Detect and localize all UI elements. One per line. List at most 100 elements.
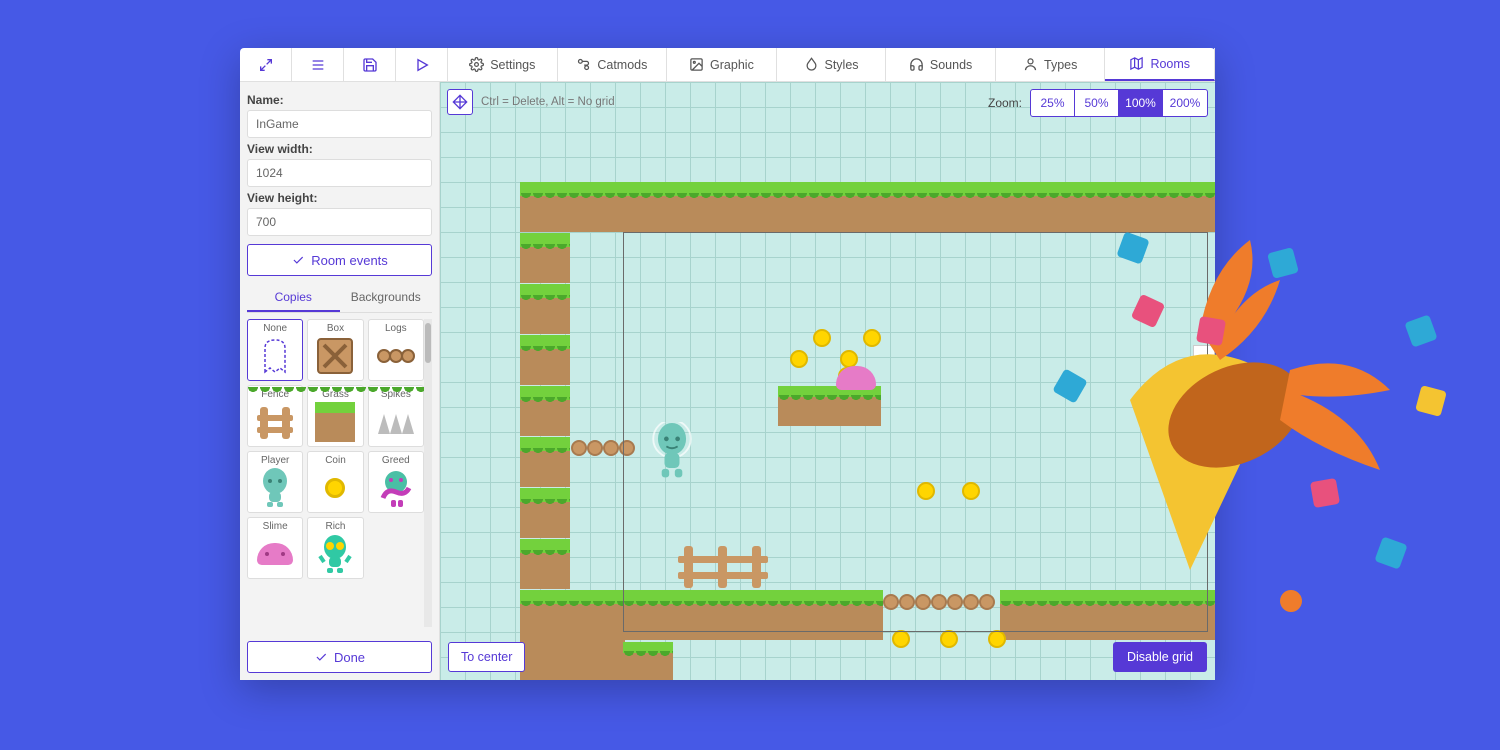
zoom-100[interactable]: 100% — [1119, 90, 1163, 116]
tile-log — [603, 440, 619, 456]
tab-label: Types — [1044, 58, 1077, 72]
zoom-50[interactable]: 50% — [1075, 90, 1119, 116]
view-width-label: View width: — [247, 142, 432, 156]
image-icon — [689, 57, 704, 72]
tile-grass — [623, 590, 883, 640]
check-icon — [314, 650, 328, 664]
main-tabs: Settings Catmods Graphic Styles Sounds T… — [448, 48, 1215, 81]
tile-log — [931, 594, 947, 610]
palette-item-coin[interactable]: Coin — [307, 451, 363, 513]
rich-icon — [315, 534, 355, 574]
palette-item-logs[interactable]: Logs — [368, 319, 424, 381]
play-icon — [414, 57, 430, 73]
droplet-icon — [804, 57, 819, 72]
sidebar: Name: View width: View height: Room even… — [240, 82, 440, 680]
canvas-hint: Ctrl = Delete, Alt = No grid — [481, 96, 615, 108]
tab-styles[interactable]: Styles — [777, 48, 887, 81]
view-height-label: View height: — [247, 191, 432, 205]
tile-grass — [520, 386, 570, 436]
save-button[interactable] — [344, 48, 396, 81]
tile-grass — [520, 437, 570, 487]
palette-scrollbar[interactable] — [424, 319, 432, 627]
tab-rooms[interactable]: Rooms — [1105, 48, 1215, 81]
tile-grass — [520, 233, 570, 283]
palette-item-slime[interactable]: Slime — [247, 517, 303, 579]
play-button[interactable] — [396, 48, 448, 81]
topbar: Settings Catmods Graphic Styles Sounds T… — [240, 48, 1215, 82]
done-label: Done — [334, 650, 365, 665]
map-icon — [1129, 56, 1144, 71]
tile-coin — [940, 630, 958, 648]
room-events-button[interactable]: Room events — [247, 244, 432, 276]
disable-grid-button[interactable]: Disable grid — [1113, 642, 1207, 672]
headphones-icon — [909, 57, 924, 72]
palette-item-grass[interactable]: Grass — [307, 385, 363, 447]
tile-coin — [863, 329, 881, 347]
tile-coin — [790, 350, 808, 368]
tile-fence — [678, 544, 768, 590]
slime-icon — [255, 534, 295, 574]
tab-label: Sounds — [930, 58, 972, 72]
subtab-copies[interactable]: Copies — [247, 284, 340, 312]
menu-button[interactable] — [292, 48, 344, 81]
grass-icon — [315, 402, 355, 442]
tile-log — [899, 594, 915, 610]
tile-log — [619, 440, 635, 456]
expand-icon — [258, 57, 274, 73]
palette-item-none[interactable]: None — [247, 319, 303, 381]
tab-label: Graphic — [710, 58, 754, 72]
tab-types[interactable]: Types — [996, 48, 1106, 81]
tab-label: Catmods — [597, 58, 647, 72]
tile-grass — [520, 539, 570, 589]
tile-grass — [520, 488, 570, 538]
subtab-backgrounds[interactable]: Backgrounds — [340, 284, 433, 312]
canvas-toolbar: Ctrl = Delete, Alt = No grid — [447, 89, 615, 115]
tab-catmods[interactable]: Catmods — [558, 48, 668, 81]
player-icon — [255, 468, 295, 508]
tile-grass — [520, 335, 570, 385]
to-center-button[interactable]: To center — [448, 642, 525, 672]
zoom-25[interactable]: 25% — [1031, 90, 1075, 116]
done-button[interactable]: Done — [247, 641, 432, 673]
tile-log — [571, 440, 587, 456]
tile-log — [979, 594, 995, 610]
confetti — [1310, 478, 1340, 508]
move-icon — [452, 94, 468, 110]
tab-sounds[interactable]: Sounds — [886, 48, 996, 81]
zoom-controls: Zoom: 25% 50% 100% 200% — [988, 89, 1208, 117]
tab-label: Settings — [490, 58, 535, 72]
palette-item-player[interactable]: Player — [247, 451, 303, 513]
name-input[interactable] — [247, 110, 432, 138]
tile-log — [587, 440, 603, 456]
greed-icon — [376, 468, 416, 508]
check-icon — [291, 253, 305, 267]
tile-coin — [988, 630, 1006, 648]
move-tool-button[interactable] — [447, 89, 473, 115]
tab-graphic[interactable]: Graphic — [667, 48, 777, 81]
logs-icon — [376, 336, 416, 376]
person-icon — [1023, 57, 1038, 72]
tile-coin — [917, 482, 935, 500]
fullscreen-button[interactable] — [240, 48, 292, 81]
save-icon — [362, 57, 378, 73]
tile-grass — [520, 590, 625, 640]
tile-dirt — [520, 640, 625, 680]
coin-icon — [315, 468, 355, 508]
confetti — [1196, 316, 1226, 346]
tile-log — [915, 594, 931, 610]
palette-item-rich[interactable]: Rich — [307, 517, 363, 579]
view-width-input[interactable] — [247, 159, 432, 187]
palette-item-greed[interactable]: Greed — [368, 451, 424, 513]
zoom-200[interactable]: 200% — [1163, 90, 1207, 116]
tab-label: Rooms — [1150, 57, 1190, 71]
palette: None Box Logs Fence Grass Spikes Player … — [247, 319, 432, 627]
tile-coin — [892, 630, 910, 648]
gear-icon — [469, 57, 484, 72]
tile-coin — [962, 482, 980, 500]
tile-coin — [813, 329, 831, 347]
view-height-input[interactable] — [247, 208, 432, 236]
zoom-label: Zoom: — [988, 96, 1022, 110]
tab-label: Styles — [825, 58, 859, 72]
tab-settings[interactable]: Settings — [448, 48, 558, 81]
palette-item-box[interactable]: Box — [307, 319, 363, 381]
